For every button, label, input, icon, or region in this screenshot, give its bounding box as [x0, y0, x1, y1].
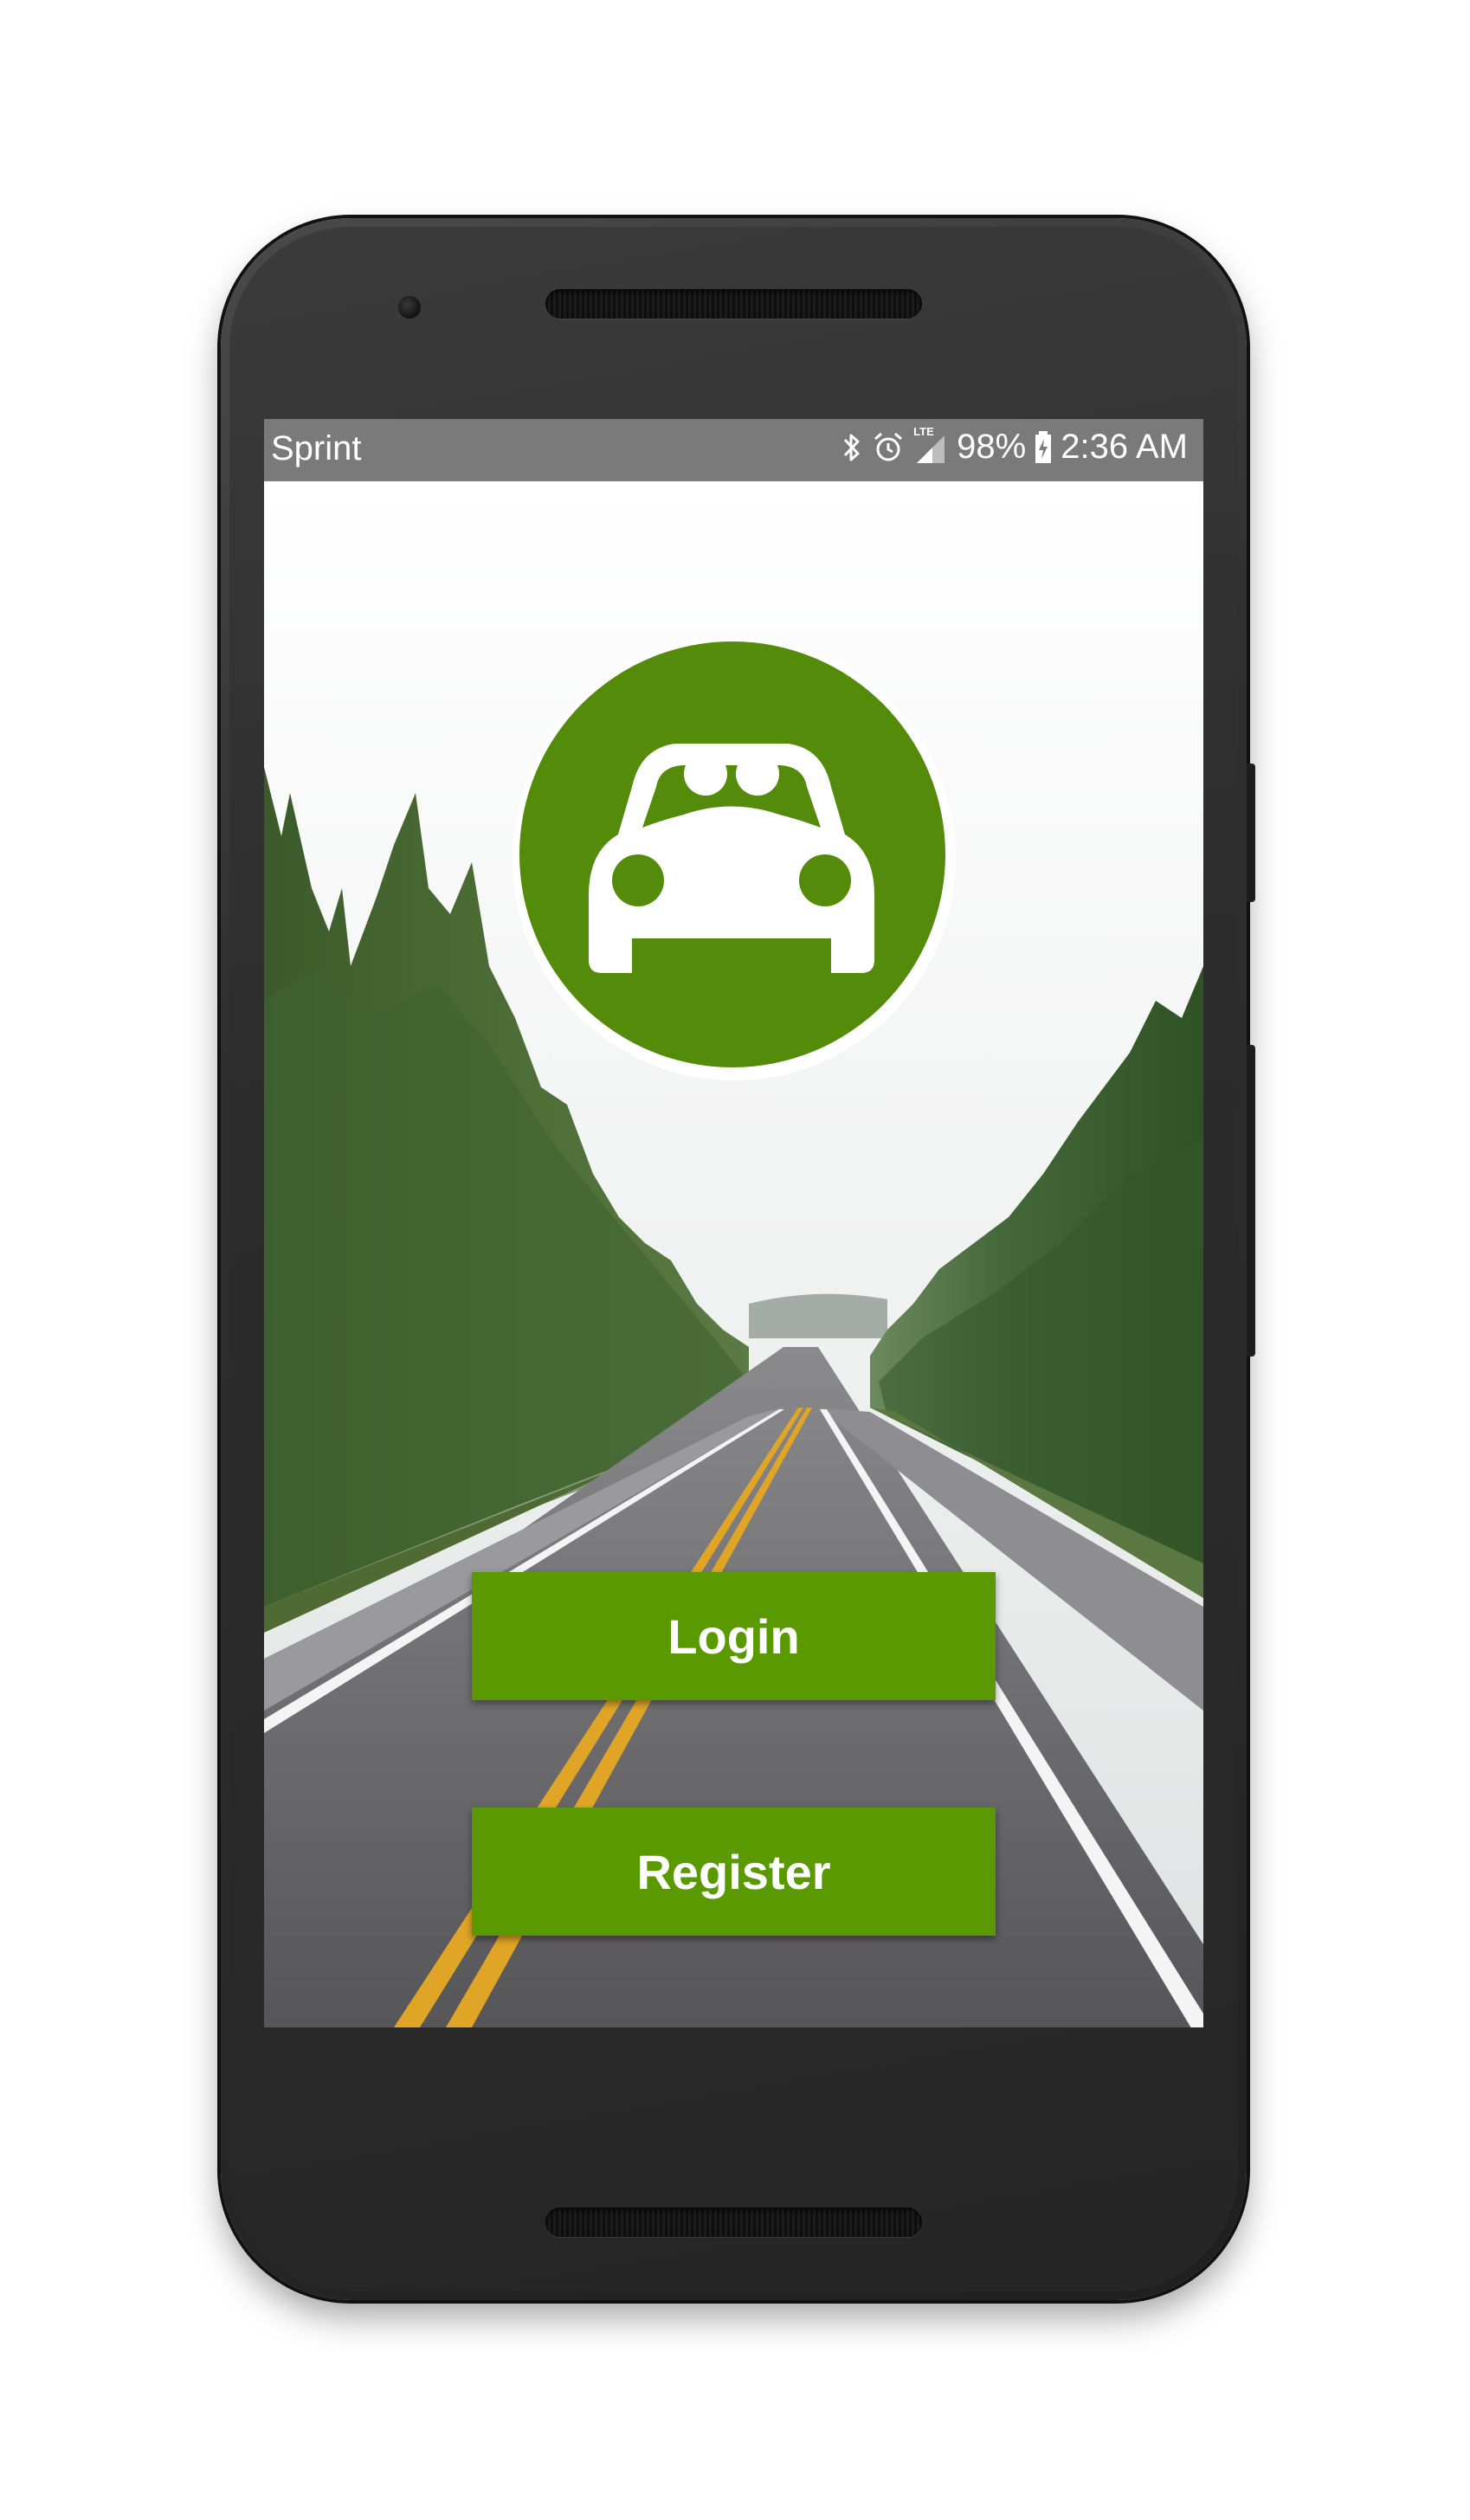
- front-camera: [398, 296, 421, 319]
- car-with-passengers-icon: [513, 637, 956, 1080]
- alarm-icon: [872, 430, 905, 465]
- network-type-label: LTE: [913, 424, 934, 438]
- top-speaker: [545, 289, 922, 319]
- power-button: [1247, 764, 1255, 902]
- bluetooth-icon: [841, 430, 863, 465]
- register-button[interactable]: Register: [472, 1808, 996, 1936]
- clock: 2:36 AM: [1061, 428, 1188, 466]
- bottom-speaker: [545, 2207, 922, 2237]
- battery-percent: 98%: [957, 428, 1027, 466]
- status-bar: Sprint LTE 98% 2:36 AM: [264, 419, 1203, 481]
- signal-icon: LTE: [913, 425, 948, 465]
- login-button[interactable]: Login: [472, 1572, 996, 1700]
- volume-button: [1247, 1045, 1255, 1357]
- battery-charging-icon: [1035, 430, 1052, 465]
- carrier-name: Sprint: [271, 429, 362, 467]
- status-icons: LTE 98% 2:36 AM: [841, 425, 1188, 467]
- phone-frame: Sprint LTE 98% 2:36 AM Login Register: [221, 218, 1255, 2300]
- app-screen: Sprint LTE 98% 2:36 AM Login Register: [264, 419, 1203, 2027]
